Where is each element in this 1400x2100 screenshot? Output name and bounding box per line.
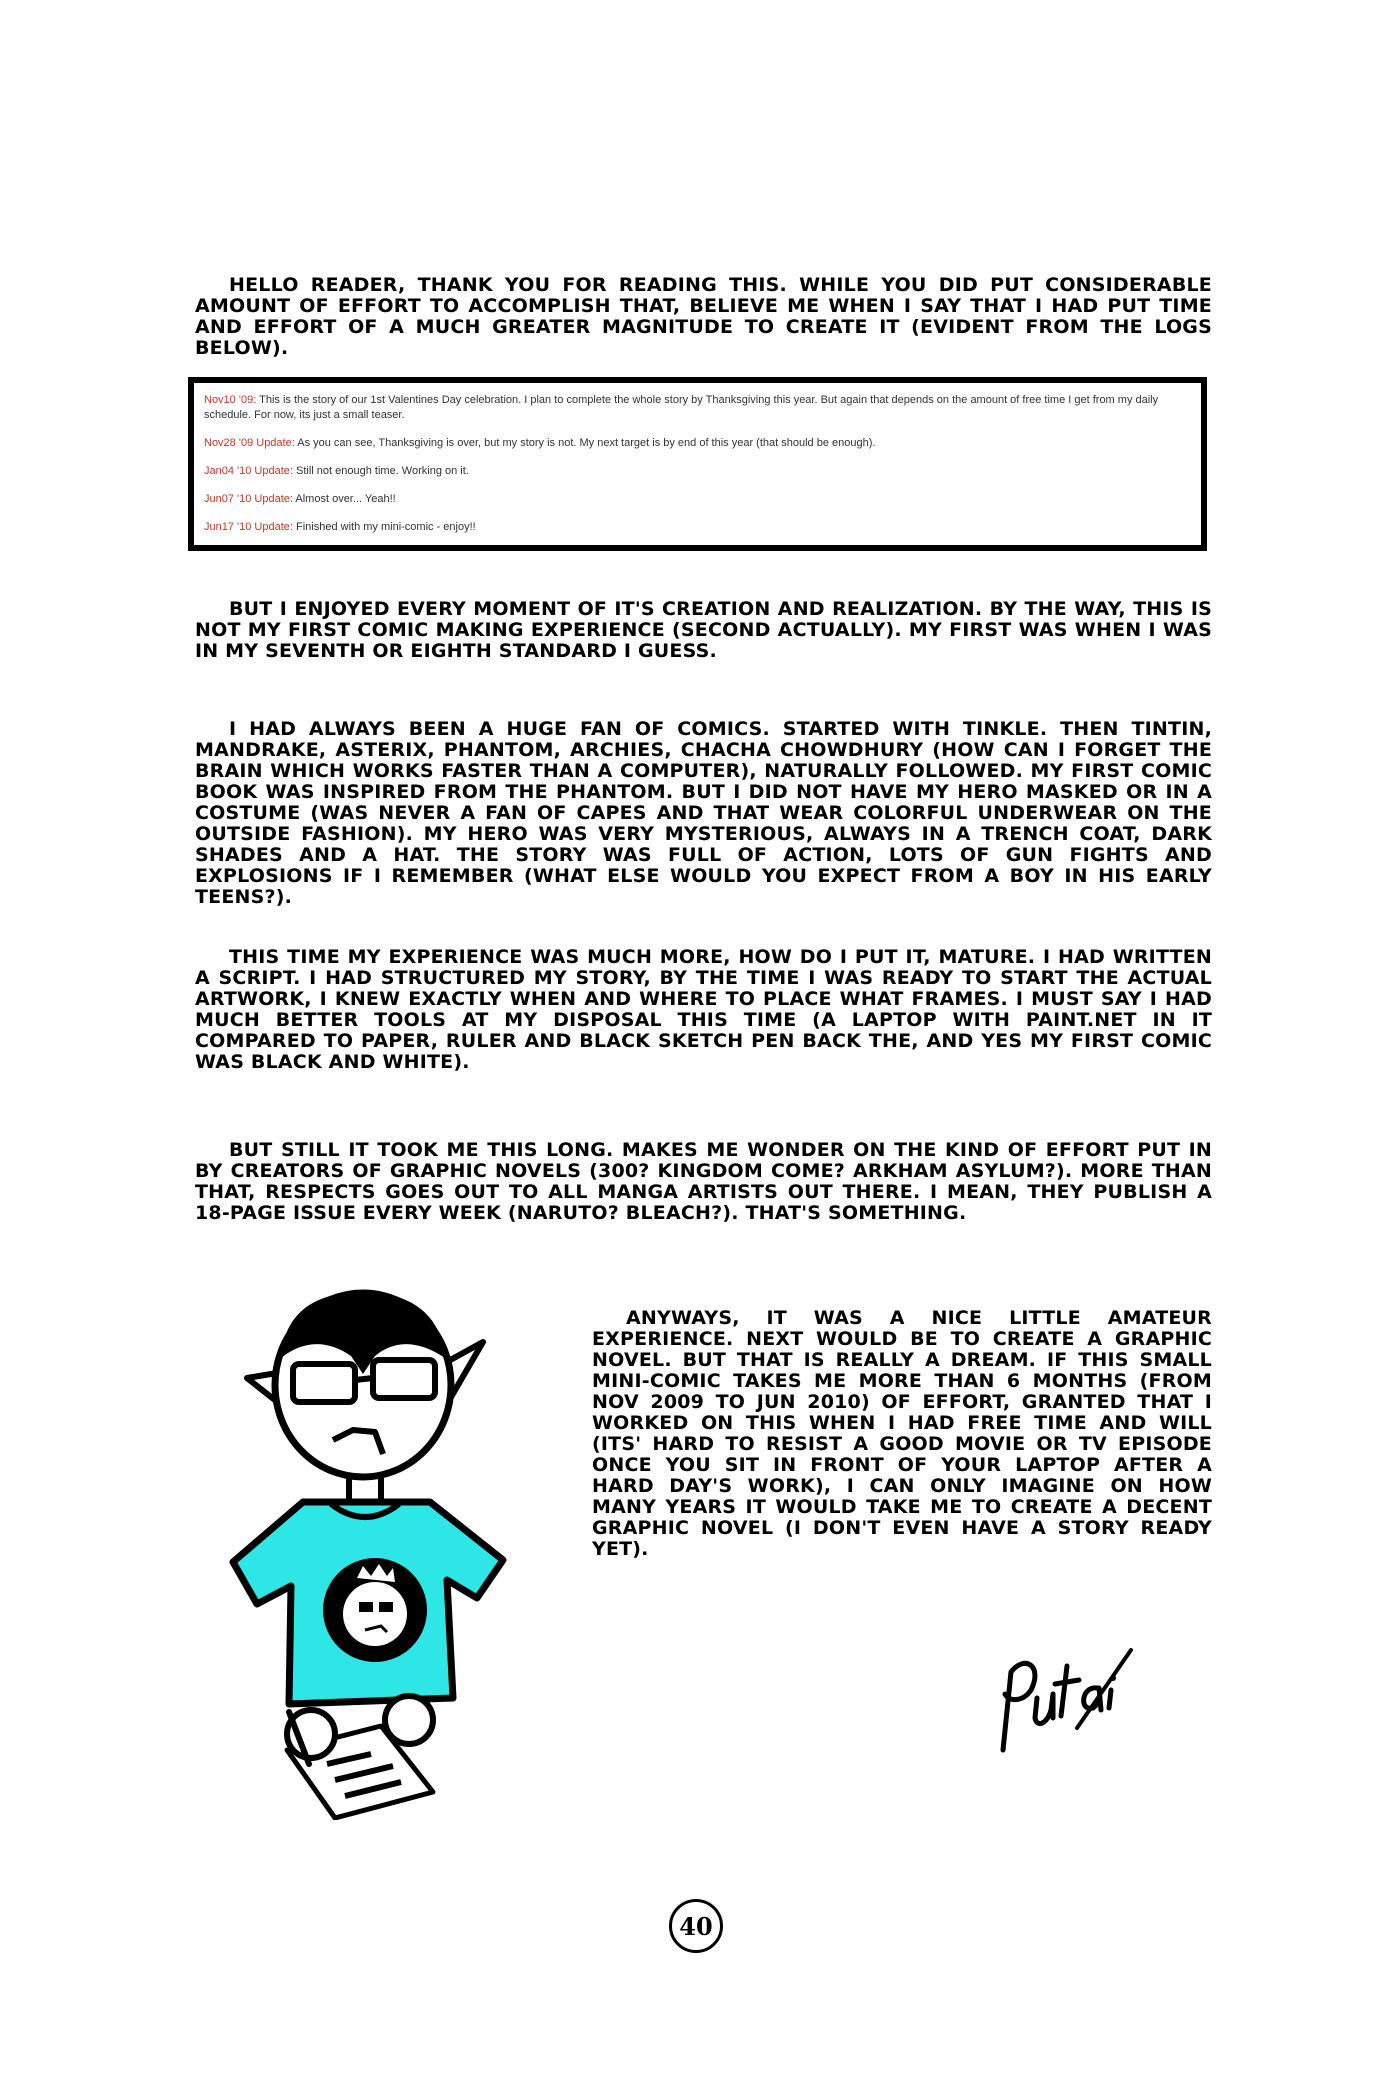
log-entry: Jan04 '10 Update: Still not enough time.… [204, 464, 1189, 479]
log-text: Still not enough time. Working on it. [292, 465, 469, 477]
author-cartoon-illustration [229, 1289, 507, 1820]
log-date: Nov10 '09: [204, 394, 257, 406]
log-date: Jun07 '10 Update: [204, 493, 293, 505]
author-signature [1000, 1648, 1133, 1753]
log-entry: Nov10 '09: This is the story of our 1st … [204, 393, 1189, 423]
log-entry: Nov28 '09 Update: As you can see, Thanks… [204, 436, 1189, 451]
comics-fan-paragraph: I had always been a huge fan of comics. … [195, 718, 1212, 908]
log-date: Jun17 '10 Update: [204, 521, 293, 533]
amateur-experience-paragraph: Anyways, it was a nice little amateur ex… [592, 1307, 1212, 1560]
log-text: As you can see, Thanksgiving is over, bu… [294, 437, 876, 449]
log-date: Nov28 '09 Update: [204, 437, 295, 449]
graphic-novels-paragraph: But still it took me this long. Makes me… [195, 1139, 1212, 1224]
log-text: This is the story of our 1st Valentines … [204, 394, 1159, 421]
update-log-box: Nov10 '09: This is the story of our 1st … [188, 377, 1207, 551]
log-date: Jan04 '10 Update: [204, 465, 293, 477]
intro-paragraph: Hello reader, thank you for reading this… [195, 274, 1212, 359]
enjoyed-paragraph: But I enjoyed every moment of it's creat… [195, 598, 1212, 662]
log-text: Finished with my mini-comic - enjoy!! [292, 521, 476, 533]
log-entry: Jun17 '10 Update: Finished with my mini-… [204, 520, 1189, 535]
log-text: Almost over... Yeah!! [292, 493, 396, 505]
mature-experience-paragraph: This time my experience was much more, h… [195, 946, 1212, 1073]
log-entry: Jun07 '10 Update: Almost over... Yeah!! [204, 492, 1189, 507]
page-number: 40 [669, 1899, 723, 1953]
